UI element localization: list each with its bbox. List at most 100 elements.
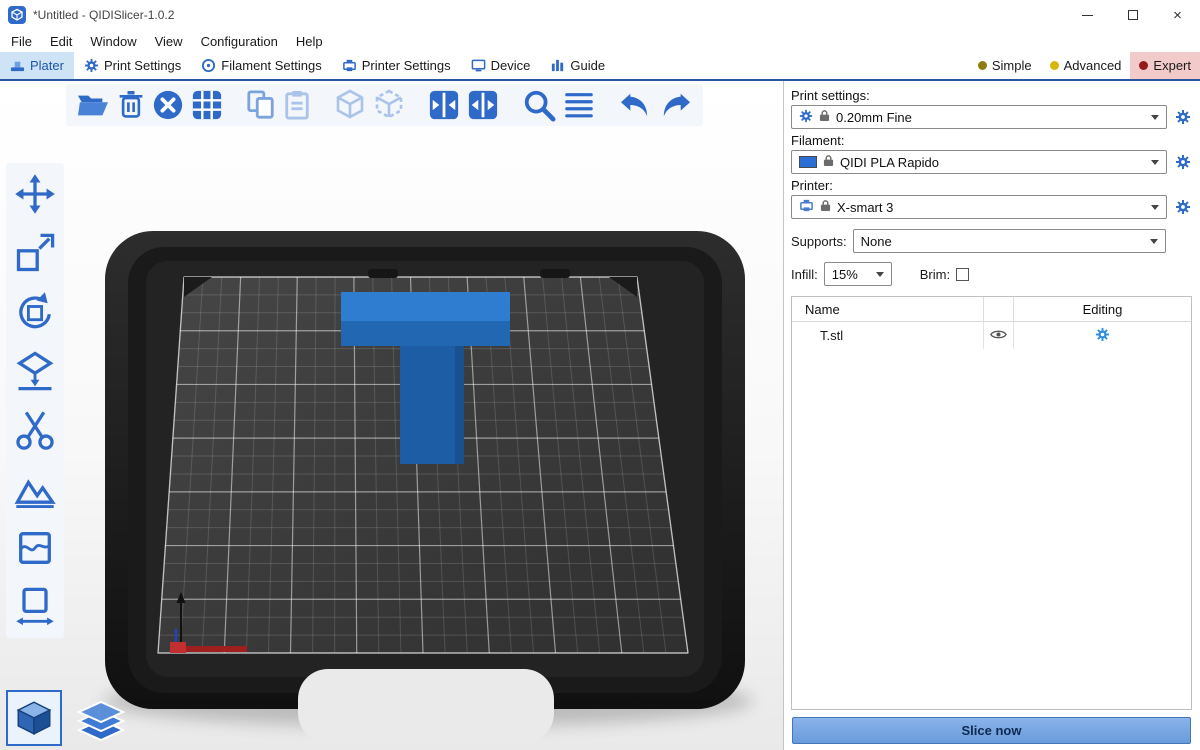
gear-icon (799, 109, 813, 126)
redo-button[interactable] (659, 91, 693, 119)
remove-instance-button[interactable] (373, 88, 405, 122)
open-file-button[interactable] (76, 90, 110, 120)
filament-combo[interactable]: QIDI PLA Rapido (791, 150, 1167, 174)
paint-supports-button[interactable] (13, 467, 57, 511)
split-parts-button[interactable] (467, 89, 499, 121)
move-button[interactable] (13, 172, 57, 216)
3d-scene (0, 81, 783, 750)
paste-button[interactable] (283, 89, 311, 121)
undo-button[interactable] (618, 91, 652, 119)
close-button[interactable]: × (1155, 0, 1200, 30)
printer-label: Printer: (791, 178, 1192, 193)
seam-button[interactable] (13, 526, 57, 570)
tab-printer-settings[interactable]: Printer Settings (332, 52, 461, 79)
brim-checkbox[interactable] (956, 268, 969, 281)
3d-viewport[interactable] (0, 81, 784, 750)
chevron-down-icon (1151, 160, 1159, 165)
mode-simple[interactable]: Simple (969, 52, 1041, 79)
supports-combo[interactable]: None (853, 229, 1166, 253)
filament-gear-button[interactable] (1173, 153, 1192, 172)
object-list: Name Editing T.stl (791, 296, 1192, 710)
menu-view[interactable]: View (146, 34, 192, 49)
print-settings-label: Print settings: (791, 88, 1192, 103)
chevron-down-icon (876, 272, 884, 277)
filament-value: QIDI PLA Rapido (840, 155, 939, 170)
menu-help[interactable]: Help (287, 34, 332, 49)
editing-column-header: Editing (1013, 297, 1191, 321)
printer-icon (799, 198, 814, 216)
chevron-down-icon (1151, 205, 1159, 210)
expert-mode-dot-icon (1139, 61, 1148, 70)
mode-advanced[interactable]: Advanced (1041, 52, 1131, 79)
menu-bar: File Edit Window View Configuration Help (0, 30, 1200, 52)
printer-combo[interactable]: X-smart 3 (791, 195, 1167, 219)
filament-color-swatch (799, 156, 817, 168)
arrange-button[interactable] (191, 89, 223, 121)
chevron-down-icon (1151, 115, 1159, 120)
infill-value: 15% (832, 267, 858, 282)
simple-mode-dot-icon (978, 61, 987, 70)
printer-settings-icon (342, 58, 357, 73)
menu-file[interactable]: File (2, 34, 41, 49)
supports-value: None (861, 234, 892, 249)
infill-label: Infill: (791, 267, 818, 282)
tab-guide[interactable]: Guide (540, 52, 615, 79)
lock-icon (820, 199, 831, 215)
visibility-column-header (983, 297, 1013, 321)
print-settings-combo[interactable]: 0.20mm Fine (791, 105, 1167, 129)
place-on-face-button[interactable] (13, 349, 57, 393)
tab-bar: Plater Print Settings Filament Settings … (0, 52, 1200, 81)
viewport-toolbar (66, 84, 703, 126)
search-button[interactable] (522, 88, 556, 122)
copy-button[interactable] (246, 89, 276, 121)
visibility-eye-icon[interactable] (990, 328, 1007, 343)
bed-handle-notch (298, 669, 554, 743)
variable-layer-height-button[interactable] (563, 90, 595, 120)
print-settings-gear-button[interactable] (1173, 108, 1192, 127)
maximize-button[interactable] (1110, 0, 1155, 30)
cut-button[interactable] (13, 408, 57, 452)
measure-button[interactable] (13, 585, 57, 629)
brim-label: Brim: (920, 267, 950, 282)
scale-button[interactable] (13, 231, 57, 275)
rotate-button[interactable] (13, 290, 57, 334)
menu-configuration[interactable]: Configuration (192, 34, 287, 49)
delete-all-button[interactable] (152, 89, 184, 121)
guide-icon (550, 58, 565, 73)
printer-gear-button[interactable] (1173, 198, 1192, 217)
menu-window[interactable]: Window (81, 34, 145, 49)
menu-edit[interactable]: Edit (41, 34, 81, 49)
split-objects-button[interactable] (428, 89, 460, 121)
advanced-mode-dot-icon (1050, 61, 1059, 70)
printer-value: X-smart 3 (837, 200, 893, 215)
object-name: T.stl (792, 328, 983, 343)
window-title: *Untitled - QIDISlicer-1.0.2 (33, 8, 1065, 22)
tab-device[interactable]: Device (461, 52, 541, 79)
lock-icon (823, 154, 834, 170)
infill-combo[interactable]: 15% (824, 262, 892, 286)
title-bar: *Untitled - QIDISlicer-1.0.2 × (0, 0, 1200, 30)
filament-settings-icon (201, 58, 216, 73)
supports-label: Supports: (791, 234, 847, 249)
edit-object-icon[interactable] (1095, 327, 1110, 345)
preview-view-button[interactable] (70, 692, 132, 746)
plater-icon (10, 58, 25, 73)
delete-button[interactable] (117, 89, 145, 121)
mode-expert[interactable]: Expert (1130, 52, 1200, 79)
slice-now-button[interactable]: Slice now (792, 717, 1191, 744)
add-instance-button[interactable] (334, 88, 366, 122)
chevron-down-icon (1150, 239, 1158, 244)
tab-plater[interactable]: Plater (0, 52, 74, 79)
tab-print-settings[interactable]: Print Settings (74, 52, 191, 79)
tab-filament-settings[interactable]: Filament Settings (191, 52, 331, 79)
layers-icon (72, 694, 130, 744)
view-toggles (6, 690, 132, 746)
minimize-button[interactable] (1065, 0, 1110, 30)
device-icon (471, 58, 486, 73)
print-settings-icon (84, 58, 99, 73)
3d-editor-view-button[interactable] (6, 690, 62, 746)
gizmo-toolbar (6, 163, 64, 638)
object-list-row[interactable]: T.stl (792, 322, 1191, 349)
app-icon (8, 6, 26, 24)
filament-label: Filament: (791, 133, 1192, 148)
